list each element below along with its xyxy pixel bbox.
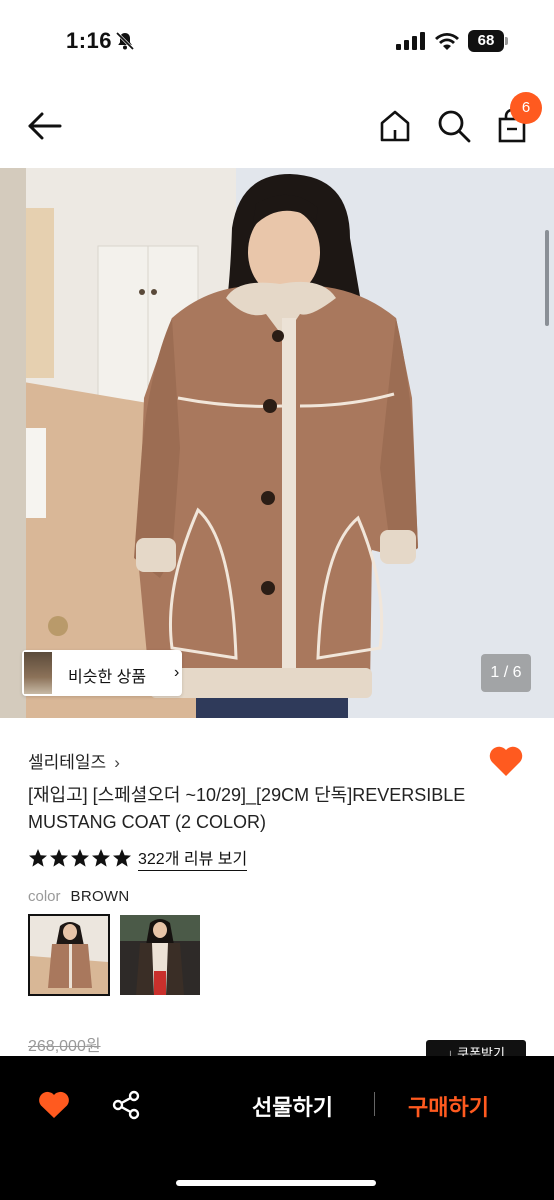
color-value: BROWN bbox=[70, 888, 130, 905]
battery-icon: 68 bbox=[468, 30, 508, 52]
image-page-counter: 1 / 6 bbox=[481, 654, 531, 692]
star-icon bbox=[113, 849, 131, 867]
color-swatch-brown[interactable] bbox=[28, 914, 110, 996]
star-icon bbox=[50, 849, 68, 867]
signal-icon bbox=[396, 32, 425, 50]
brand-name: 셀리테일즈 bbox=[28, 753, 107, 772]
product-image-carousel[interactable] bbox=[0, 168, 554, 718]
star-icon bbox=[71, 849, 89, 867]
similar-products-button[interactable]: 비슷한 상품 › bbox=[22, 650, 182, 696]
original-price: 268,000원 bbox=[28, 1038, 101, 1055]
status-bar: 1:16 68 bbox=[0, 0, 554, 84]
heart-icon[interactable] bbox=[38, 1090, 70, 1120]
rating-row: 322개 리뷰 보기 bbox=[28, 845, 248, 871]
share-icon[interactable] bbox=[112, 1090, 140, 1120]
bottom-action-bar: 선물하기 구매하기 bbox=[0, 1056, 554, 1200]
similar-products-label: 비슷한 상품 bbox=[68, 669, 147, 686]
color-row: color BROWN bbox=[28, 888, 130, 905]
swatch-dark-image bbox=[120, 915, 200, 995]
star-icon bbox=[92, 849, 110, 867]
wifi-icon bbox=[435, 33, 459, 50]
brand-link[interactable]: 셀리테일즈 › bbox=[28, 748, 120, 773]
battery-level: 68 bbox=[468, 30, 504, 52]
search-icon[interactable] bbox=[436, 108, 472, 144]
star-icon bbox=[29, 849, 47, 867]
chevron-right-icon: › bbox=[174, 664, 180, 681]
status-time: 1:16 bbox=[66, 28, 113, 53]
cart-count-badge: 6 bbox=[510, 92, 542, 124]
color-key: color bbox=[28, 888, 61, 905]
divider bbox=[374, 1092, 375, 1116]
chevron-right-icon: › bbox=[114, 753, 120, 772]
product-photo bbox=[0, 168, 554, 718]
product-title: [재입고] [스페셜오더 ~10/29]_[29CM 단독]REVERSIBLE… bbox=[28, 785, 466, 832]
scroll-indicator bbox=[545, 230, 549, 326]
home-icon[interactable] bbox=[378, 108, 412, 144]
back-arrow-icon[interactable] bbox=[26, 108, 66, 144]
review-link[interactable]: 322개 리뷰 보기 bbox=[138, 845, 248, 871]
color-swatch-dark[interactable] bbox=[120, 915, 200, 995]
rating-stars bbox=[28, 848, 132, 868]
buy-button[interactable]: 구매하기 bbox=[408, 1090, 489, 1122]
gift-button[interactable]: 선물하기 bbox=[252, 1090, 333, 1122]
bell-off-icon bbox=[115, 31, 135, 51]
heart-icon[interactable] bbox=[488, 744, 524, 778]
app-header bbox=[0, 84, 554, 168]
similar-product-thumbnail bbox=[24, 652, 52, 694]
home-indicator[interactable] bbox=[176, 1180, 376, 1186]
swatch-brown-image bbox=[30, 916, 108, 994]
